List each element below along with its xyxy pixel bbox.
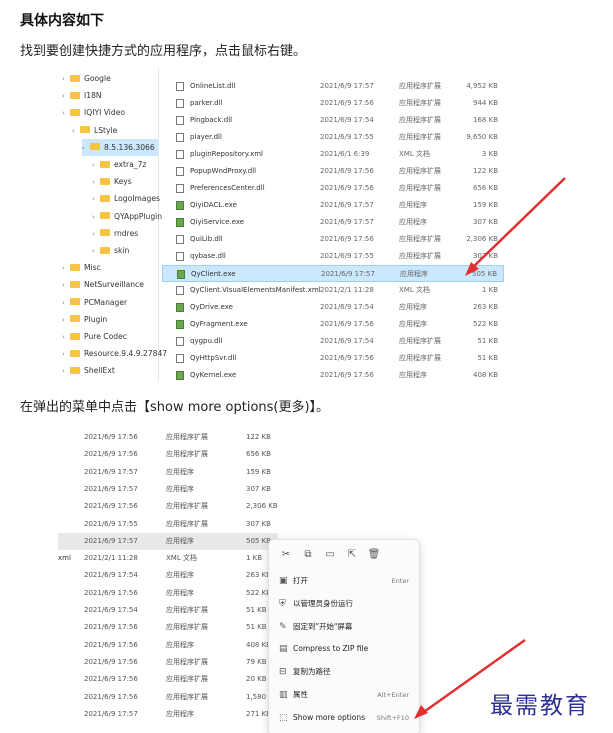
arrow-head-2 [414,705,428,719]
arrow-line-1 [469,177,566,271]
red-arrows [414,177,566,719]
watermark-logo: 最需教育 [490,693,590,719]
